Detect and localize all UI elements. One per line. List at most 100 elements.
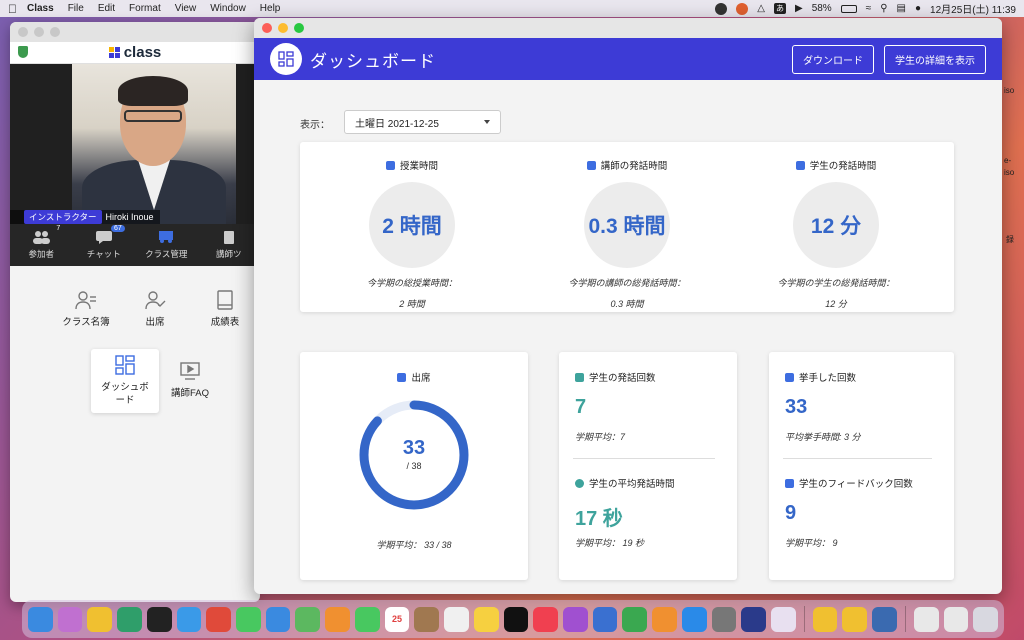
minimize-button[interactable] [278, 23, 288, 33]
mail-icon[interactable] [265, 606, 291, 632]
calendar-icon [397, 372, 407, 382]
instructor-tools-button[interactable]: 講師ツ [200, 230, 258, 260]
menu-help[interactable]: Help [260, 3, 281, 14]
divider [573, 458, 715, 459]
divider [783, 458, 932, 459]
attendance-sub: 学期平均： 33 / 38 [376, 540, 452, 550]
show-label: 表示： [300, 120, 330, 131]
battery-percent[interactable]: 58% [812, 3, 832, 14]
launchpad-icon[interactable] [57, 606, 83, 632]
numbers-icon[interactable] [622, 606, 648, 632]
contacts-icon[interactable] [414, 606, 440, 632]
people-icon [32, 230, 51, 244]
dashboard-icon [270, 43, 302, 75]
app-menu[interactable]: Class [27, 3, 54, 14]
pages-icon[interactable] [652, 606, 677, 632]
quicktime-icon[interactable] [872, 606, 897, 632]
menu-window[interactable]: Window [210, 3, 246, 14]
chat-button[interactable]: 67 チャット [75, 225, 133, 260]
control-center-icon[interactable]: ▤ [897, 3, 906, 14]
clock[interactable]: 12月25日(土) 11:39 [930, 1, 1016, 16]
class-time-sub-value: 2 時間 [399, 299, 425, 309]
keynote-icon[interactable] [592, 606, 618, 632]
menu-edit[interactable]: Edit [98, 3, 115, 14]
system-preferences-icon[interactable] [711, 606, 737, 632]
facetime-icon[interactable] [354, 606, 380, 632]
download-button[interactable]: ダウンロード [792, 44, 874, 74]
podcasts-icon[interactable] [562, 606, 588, 632]
photos-icon[interactable] [325, 606, 350, 632]
dashboard-label: ダッシュボード [101, 382, 149, 406]
tv-icon[interactable] [503, 606, 529, 632]
class-management-button[interactable]: クラス管理 [137, 230, 195, 260]
apple-menu-icon[interactable]:  [8, 2, 17, 16]
class-app-icon[interactable] [87, 606, 113, 632]
clipboard-icon [220, 230, 238, 244]
attendance-card: 出席 33 / 38 学期平均： 33 / 38 [300, 352, 528, 580]
hand-raise-sub: 平均挙手時間: 3 分 [785, 432, 861, 442]
time-stats-card: 授業時間 2 時間 今学期の総授業時間： 2 時間 講師の発話時間 0.3 時間… [300, 142, 954, 312]
reminders-icon[interactable] [444, 606, 469, 632]
siri-icon[interactable]: ● [915, 3, 921, 14]
class-app-icon[interactable] [842, 606, 868, 632]
class-management-label: クラス管理 [145, 249, 188, 259]
sound-icon[interactable]: ▶ [795, 3, 803, 14]
finder-icon[interactable] [28, 606, 53, 632]
instructor-faq-button[interactable]: 講師FAQ [156, 349, 224, 411]
instructor-video[interactable]: インストラクター Hiroki Inoue [10, 64, 260, 224]
battery-icon[interactable] [840, 4, 857, 13]
menu-file[interactable]: File [68, 3, 84, 14]
app-status-icon[interactable] [736, 2, 749, 15]
view-student-details-button[interactable]: 学生の詳細を表示 [884, 44, 986, 74]
chrome-icon[interactable] [206, 606, 232, 632]
bluetooth-icon[interactable]: △ [757, 3, 765, 14]
gradebook-label: 成績表 [210, 316, 240, 328]
left-header: class [10, 42, 260, 64]
student-talk-value: 12 分 [793, 182, 879, 268]
attendance-button[interactable]: 出席 [121, 278, 189, 340]
instructor-talk-sub: 今学期の講師の総発話時間： [568, 278, 686, 288]
screen-share-icon[interactable] [741, 606, 766, 632]
input-method-icon[interactable]: あ [773, 3, 786, 14]
documents-stack-icon[interactable] [943, 606, 969, 632]
search-icon[interactable]: ⚲ [880, 3, 887, 14]
instructor-name: Hiroki Inoue [105, 212, 154, 222]
close-button[interactable] [262, 23, 272, 33]
minimize-button[interactable] [34, 27, 44, 37]
chat-icon [95, 230, 113, 244]
music-icon[interactable] [533, 606, 558, 632]
date-select[interactable]: 土曜日 2021-12-25 [344, 110, 501, 134]
wifi-icon[interactable]: ≈ [866, 3, 872, 14]
messages-app-icon[interactable] [117, 606, 142, 632]
menu-format[interactable]: Format [129, 3, 161, 14]
zoom-button[interactable] [294, 23, 304, 33]
terminal-icon[interactable] [146, 606, 172, 632]
dashboard-window: ダッシュボード ダウンロード 学生の詳細を表示 表示： 土曜日 2021-12-… [254, 18, 1002, 594]
participants-button[interactable]: 7 参加者 [12, 225, 70, 260]
hand-raise-title: 挙手した回数 [799, 373, 857, 384]
status-icon[interactable] [715, 2, 728, 15]
downloads-stack-icon[interactable] [913, 606, 939, 632]
slack-icon[interactable] [770, 606, 796, 632]
instructor-tools-label: 講師ツ [215, 249, 242, 259]
safari-icon[interactable] [176, 606, 202, 632]
class-roster-button[interactable]: クラス名簿 [52, 278, 120, 340]
gradebook-button[interactable]: 成績表 [191, 278, 259, 340]
notes-icon[interactable] [473, 606, 499, 632]
close-button[interactable] [18, 27, 28, 37]
messages-icon[interactable] [236, 606, 261, 632]
student-speech-card: 学生の発話回数 7 学期平均：7 学生の平均発話時間 17 秒 学期平均： 19… [559, 352, 737, 580]
attendance-label: 出席 [145, 316, 165, 328]
class-app-icon[interactable] [812, 606, 838, 632]
app-store-icon[interactable] [681, 606, 707, 632]
clock-icon [575, 478, 584, 488]
dashboard-button[interactable]: ダッシュボード [91, 349, 159, 413]
trash-icon[interactable] [973, 606, 998, 632]
zoom-button[interactable] [50, 27, 60, 37]
role-badge: インストラクター [24, 210, 102, 224]
maps-icon[interactable] [295, 606, 321, 632]
menu-view[interactable]: View [175, 3, 197, 14]
class-menu-grid: クラス名簿 出席 成績表 ダッシュボード 講師FAQ [10, 266, 260, 582]
student-talk-sub: 今学期の学生の総発話時間： [777, 278, 895, 288]
calendar-icon[interactable]: 25 [384, 606, 410, 632]
